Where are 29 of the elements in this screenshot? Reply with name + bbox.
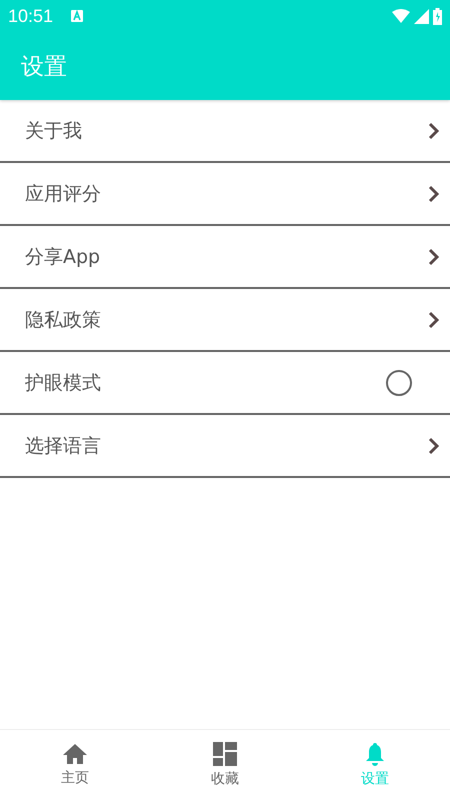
- chevron-right-icon: [428, 436, 440, 454]
- settings-label: 关于我: [25, 118, 83, 144]
- battery-icon: [433, 8, 442, 24]
- settings-label: 分享App: [25, 244, 102, 270]
- status-time: 10:51: [8, 6, 54, 26]
- settings-label: 隐私政策: [25, 308, 102, 332]
- nav-tab[interactable]: 收藏: [150, 730, 300, 800]
- settings-label: 应用评分: [25, 182, 102, 206]
- settings-label: 选择语言: [25, 434, 102, 458]
- wifi-icon: [392, 9, 410, 23]
- radio-button[interactable]: [386, 370, 412, 396]
- nav-tab[interactable]: 主页: [0, 730, 150, 800]
- chevron-right-icon: [428, 184, 440, 202]
- signal-icon: [414, 8, 429, 24]
- page-title: 设置: [21, 52, 67, 82]
- notification-icon: [71, 10, 84, 22]
- settings-row[interactable]: 护眼模式: [0, 352, 450, 415]
- settings-row[interactable]: 关于我: [0, 100, 450, 163]
- chevron-right-icon: [428, 122, 440, 140]
- grid-icon: [213, 742, 237, 766]
- settings-row[interactable]: 分享App: [0, 226, 450, 289]
- chevron-right-icon: [428, 310, 440, 328]
- chevron-right-icon: [428, 248, 440, 266]
- home-icon: [62, 743, 88, 765]
- settings-row[interactable]: 应用评分: [0, 163, 450, 226]
- bell-icon: [364, 742, 386, 766]
- settings-label: 护眼模式: [25, 370, 102, 396]
- settings-row[interactable]: 选择语言: [0, 415, 450, 478]
- settings-row[interactable]: 隐私政策: [0, 289, 450, 352]
